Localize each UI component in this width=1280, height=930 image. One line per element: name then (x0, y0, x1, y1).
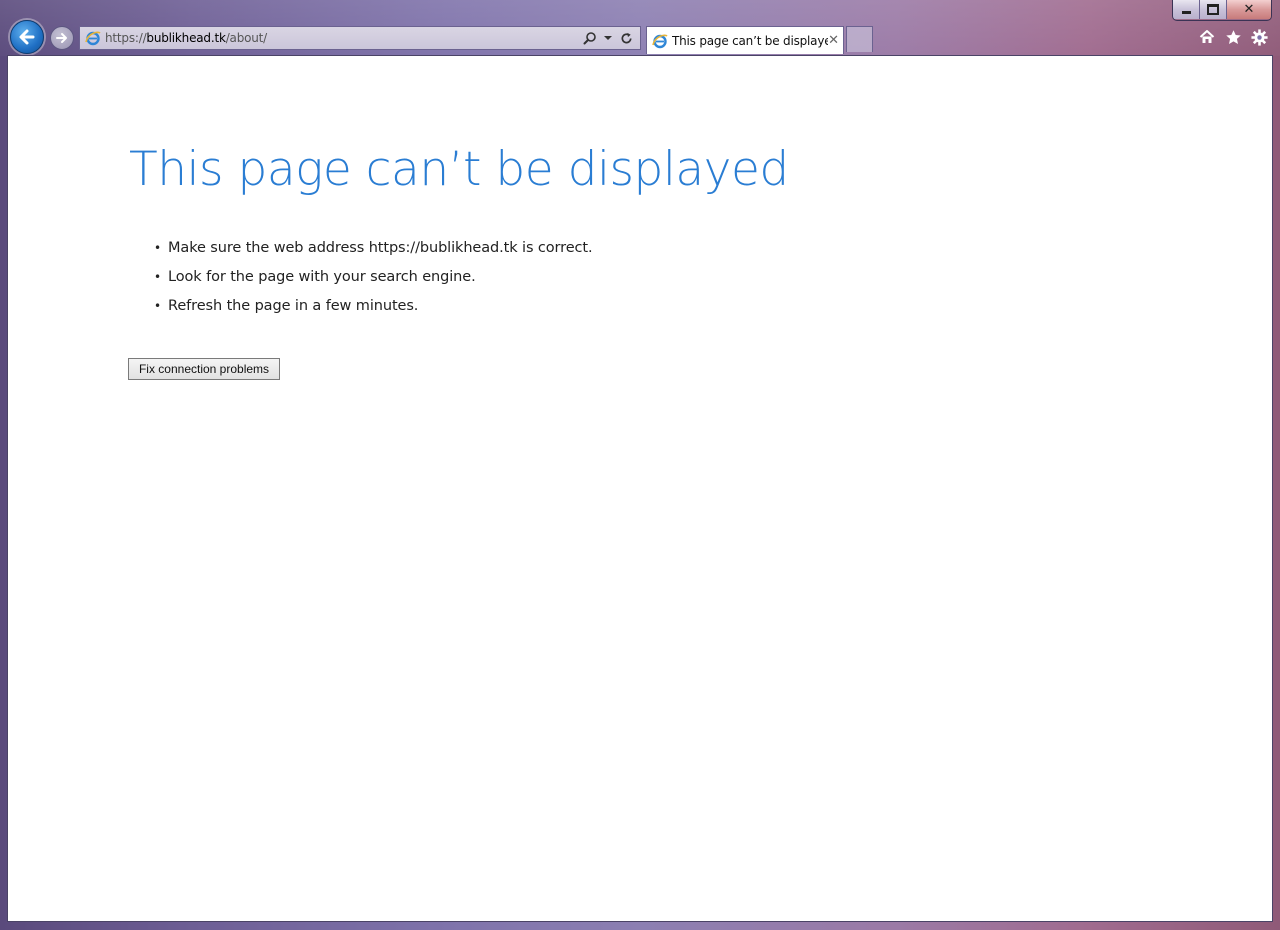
home-button[interactable] (1198, 28, 1216, 46)
favorites-button[interactable] (1224, 28, 1242, 46)
tab-title: This page can’t be displayed (672, 33, 829, 48)
maximize-button[interactable] (1200, 0, 1227, 19)
tab-current[interactable]: This page can’t be displayed ✕ (646, 26, 844, 54)
list-item: Refresh the page in a few minutes. (154, 297, 593, 326)
list-item: Look for the page with your search engin… (154, 268, 593, 297)
command-icons (1198, 28, 1268, 46)
url-scheme: https:// (105, 31, 147, 45)
list-item: Make sure the web address https://bublik… (154, 239, 593, 268)
back-button[interactable] (10, 20, 44, 54)
forward-button[interactable] (50, 26, 74, 50)
close-button[interactable]: ✕ (1227, 0, 1271, 19)
url-domain: bublikhead.tk (146, 31, 226, 45)
star-icon (1225, 29, 1241, 44)
tools-button[interactable] (1250, 28, 1268, 46)
page-title: This page can’t be displayed (129, 142, 789, 197)
minimize-icon (1181, 11, 1191, 14)
page-content: This page can’t be displayed Make sure t… (7, 55, 1273, 922)
url-text[interactable]: https://bublikhead.tk/about/ (105, 31, 582, 45)
refresh-button[interactable] (618, 30, 634, 46)
new-tab-button[interactable] (846, 26, 873, 52)
tips-list: Make sure the web address https://bublik… (154, 239, 593, 326)
refresh-icon (621, 32, 632, 43)
window-controls: ✕ (1172, 0, 1272, 21)
url-path: /about/ (225, 31, 268, 45)
tab-close-icon[interactable]: ✕ (828, 34, 839, 47)
fix-connection-problems-button[interactable]: Fix connection problems (128, 358, 280, 380)
address-actions (582, 30, 634, 46)
chevron-down-icon (604, 36, 612, 40)
back-arrow-icon (19, 29, 35, 45)
dropdown-button[interactable] (604, 30, 612, 46)
forward-arrow-icon (56, 33, 67, 43)
minimize-button[interactable] (1173, 0, 1200, 19)
search-icon (583, 32, 596, 45)
address-bar[interactable]: https://bublikhead.tk/about/ (79, 26, 641, 50)
search-button[interactable] (582, 30, 598, 46)
home-icon (1199, 30, 1215, 43)
maximize-icon (1207, 4, 1219, 15)
close-icon: ✕ (1243, 2, 1255, 17)
gear-icon (1250, 28, 1268, 46)
ie-icon (652, 33, 668, 48)
ie-icon (85, 31, 101, 46)
